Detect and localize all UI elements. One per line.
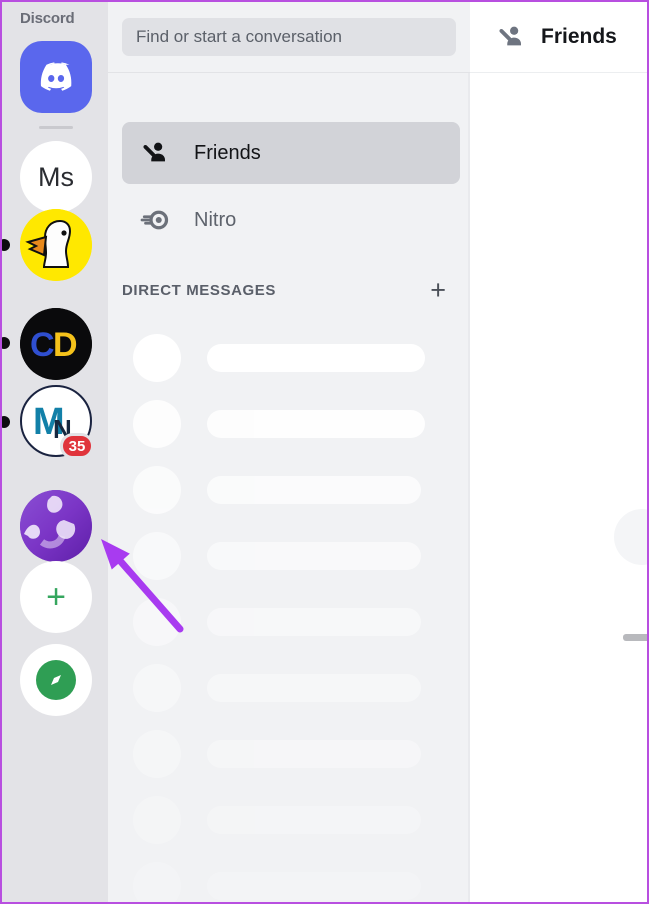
sidebar-item-cd[interactable]: C D: [20, 308, 92, 380]
sidebar-item-m[interactable]: M N 35: [20, 385, 94, 459]
avatar: [133, 532, 181, 580]
list-item[interactable]: [133, 466, 421, 514]
search-input[interactable]: Find or start a conversation: [122, 18, 456, 56]
avatar: [133, 400, 181, 448]
avatar: [133, 664, 181, 712]
friends-icon: [499, 26, 521, 46]
avatar: [133, 334, 181, 382]
avatar: [133, 466, 181, 514]
sidebar-item-goose[interactable]: [20, 209, 92, 281]
unread-indicator: [2, 239, 10, 251]
name-placeholder: [207, 674, 421, 702]
avatar: [133, 598, 181, 646]
direct-messages-section-header: DIRECT MESSAGES +: [122, 277, 460, 304]
main-panel: Friends: [470, 2, 647, 902]
name-placeholder: [207, 740, 421, 768]
sidebar-item-ms[interactable]: Ms: [20, 141, 92, 213]
main-header: Friends: [470, 2, 647, 73]
purple-server-avatar-icon: [20, 490, 92, 562]
compass-needle-icon: [51, 675, 61, 685]
list-item[interactable]: [133, 334, 425, 382]
name-placeholder: [207, 806, 421, 834]
list-item[interactable]: [133, 400, 425, 448]
discord-logo-icon: [40, 62, 72, 91]
list-item[interactable]: [133, 598, 421, 646]
avatar: [133, 730, 181, 778]
sidebar-item-purple-server[interactable]: [20, 490, 92, 562]
server-initials: Ms: [38, 161, 74, 192]
name-placeholder: [207, 872, 421, 900]
list-item[interactable]: [133, 730, 421, 778]
nitro-icon: [140, 210, 169, 230]
name-placeholder: [207, 542, 421, 570]
cd-avatar-icon: C D: [20, 308, 92, 380]
svg-text:C: C: [30, 326, 55, 364]
list-item[interactable]: [133, 664, 421, 712]
unread-indicator: [2, 337, 10, 349]
svg-text:D: D: [53, 326, 78, 364]
name-placeholder: [207, 344, 425, 372]
avatar: [133, 796, 181, 844]
sidebar-item-nitro[interactable]: Nitro: [122, 189, 460, 251]
server-rail: Discord Ms C D M N 35 +: [2, 2, 108, 902]
list-item[interactable]: [133, 532, 421, 580]
sidebar-item-label: Nitro: [194, 208, 237, 231]
name-placeholder: [207, 410, 425, 438]
add-server-button[interactable]: +: [20, 561, 92, 633]
unread-indicator: [2, 416, 10, 428]
name-placeholder: [207, 476, 421, 504]
search-zone: Find or start a conversation: [108, 2, 470, 73]
explore-servers-button[interactable]: [20, 644, 92, 716]
discord-home-button[interactable]: [20, 41, 92, 113]
unread-count-badge: 35: [60, 433, 94, 459]
goose-avatar-icon: [20, 209, 92, 281]
list-item[interactable]: [133, 862, 421, 902]
sidebar-item-label: Friends: [194, 141, 261, 164]
page-title: Friends: [541, 25, 617, 48]
name-placeholder: [207, 608, 421, 636]
discord-window: Discord Ms C D M N 35 + Find or start a …: [0, 0, 649, 904]
create-dm-button[interactable]: +: [430, 277, 446, 304]
rail-divider: [39, 126, 73, 129]
ghost-skeleton-bar: [623, 634, 647, 641]
brand-wordmark: Discord: [20, 10, 75, 27]
list-item[interactable]: [133, 796, 421, 844]
sidebar-item-friends[interactable]: Friends: [122, 122, 460, 184]
section-title: DIRECT MESSAGES: [122, 281, 277, 299]
avatar: [133, 862, 181, 902]
friends-icon: [143, 142, 165, 162]
compass-icon: [36, 660, 76, 700]
search-placeholder: Find or start a conversation: [136, 27, 342, 46]
dm-panel: Find or start a conversation Friends Nit…: [108, 2, 470, 902]
